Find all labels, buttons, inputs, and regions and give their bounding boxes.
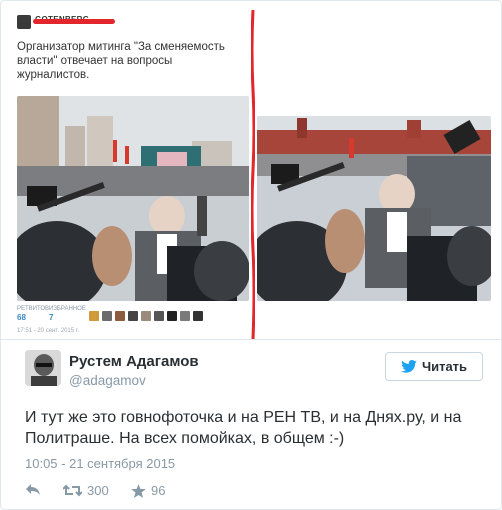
like-button[interactable]: 96	[131, 483, 165, 498]
favoriter-avatar	[102, 311, 112, 321]
original-tweet-date: 17:51 - 20 сент. 2015 г.	[17, 328, 79, 334]
original-tweet: GOTENBERG Организатор митинга "За сменяе…	[13, 10, 253, 339]
tweet-embed-card: GOTENBERG Организатор митинга "За сменяе…	[0, 0, 502, 510]
like-count: 96	[151, 483, 166, 498]
favoriter-avatar	[89, 311, 99, 321]
stat-favorites-label: ИЗБРАННОЕ	[49, 306, 86, 312]
retweet-count: 300	[87, 483, 109, 498]
original-avatar	[17, 15, 31, 29]
photo-original	[17, 96, 249, 301]
author-handle[interactable]: @adagamov	[69, 373, 146, 388]
favoriter-avatar	[167, 311, 177, 321]
favoriters-avatars	[89, 311, 203, 321]
stat-retweets-label: РЕТВИТОВ	[17, 306, 50, 312]
retweet-icon	[63, 484, 82, 497]
favoriter-avatar	[180, 311, 190, 321]
photo-manipulated	[257, 116, 491, 301]
photo-original-image	[17, 96, 249, 301]
stat-retweets-value: 68	[17, 313, 26, 322]
embedded-screenshot: GOTENBERG Организатор митинга "За сменяе…	[13, 10, 491, 339]
favoriter-avatar	[115, 311, 125, 321]
avatar[interactable]	[25, 350, 61, 386]
stat-favorites: ИЗБРАННОЕ 7	[49, 306, 86, 322]
favoriter-avatar	[128, 311, 138, 321]
star-icon	[131, 483, 146, 498]
section-divider	[1, 339, 502, 340]
follow-button-label: Читать	[421, 359, 468, 374]
original-tweet-text: Организатор митинга "За сменяемость влас…	[17, 41, 225, 81]
favoriter-avatar	[193, 311, 203, 321]
favoriter-avatar	[141, 311, 151, 321]
retweet-button[interactable]: 300	[63, 483, 109, 498]
redaction-scribble	[33, 19, 115, 24]
stat-retweets: РЕТВИТОВ 68	[17, 306, 49, 322]
bird-icon	[401, 360, 417, 373]
author-name[interactable]: Рустем Адагамов	[69, 353, 199, 370]
follow-button[interactable]: Читать	[385, 352, 483, 381]
photo-manipulated-image	[257, 116, 491, 301]
reply-button[interactable]	[25, 483, 41, 496]
tweet-date[interactable]: 10:05 - 21 сентября 2015	[25, 456, 175, 471]
favoriter-avatar	[154, 311, 164, 321]
tweet-text: И тут же это говнофоточка и на РЕН ТВ, и…	[25, 409, 462, 447]
stat-favorites-value: 7	[49, 313, 54, 322]
reply-icon	[26, 484, 40, 495]
red-divider-line	[251, 10, 255, 339]
avatar-image	[25, 350, 61, 386]
